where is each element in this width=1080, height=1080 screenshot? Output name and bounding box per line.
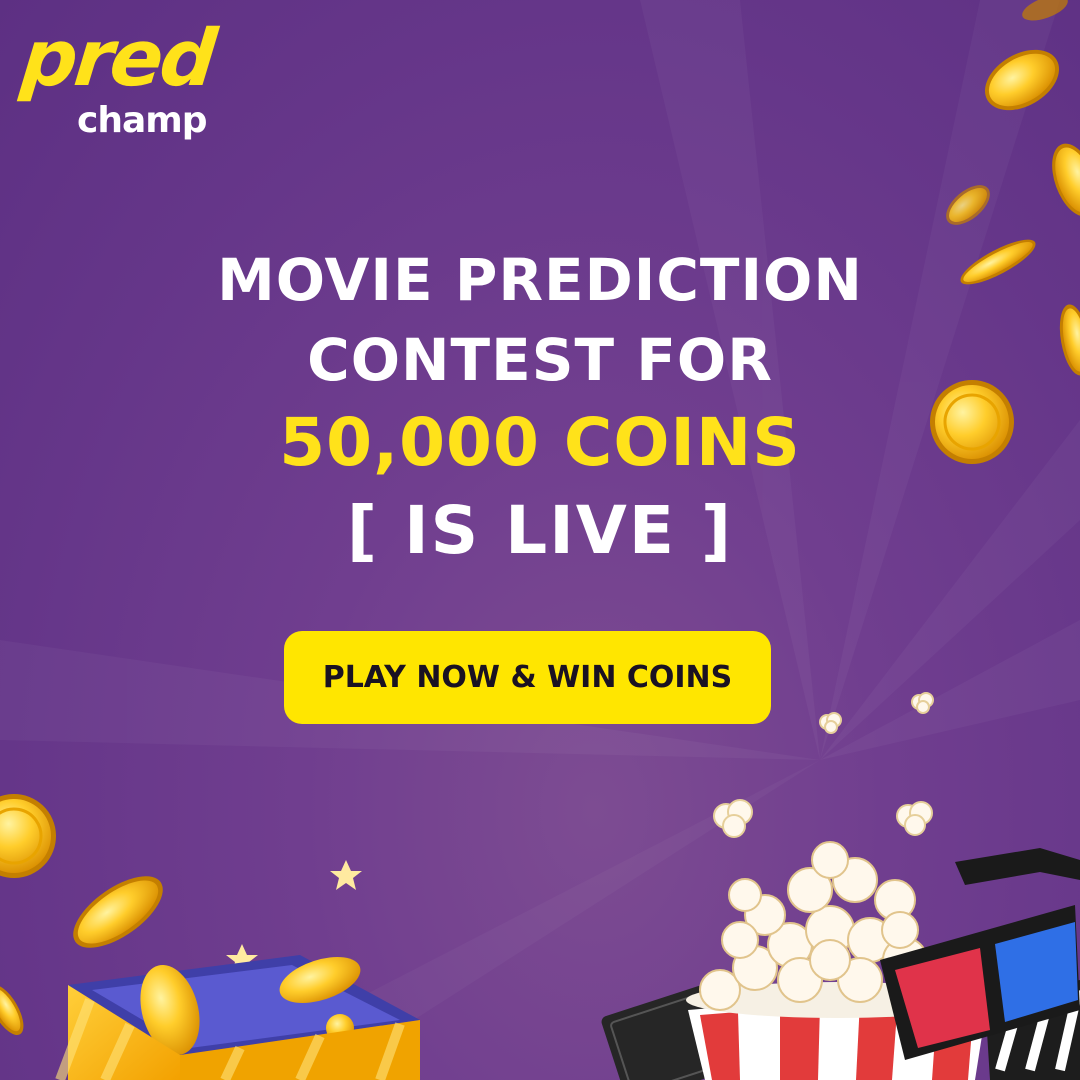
headline-prize: 50,000 COINS	[279, 404, 801, 481]
play-now-button[interactable]: PLAY NOW & WIN COINS	[284, 631, 771, 724]
headline-line-1: MOVIE PREDICTION	[217, 246, 863, 314]
logo-word-pred: pred	[17, 14, 218, 104]
promo-banner: pred champ MOVIE PREDICTION CONTEST FOR …	[0, 0, 1080, 1080]
headline-status: [ IS LIVE ]	[346, 492, 734, 569]
headline-line-2: CONTEST FOR	[307, 326, 773, 394]
logo-word-champ: champ	[77, 100, 208, 141]
predchamp-logo: pred champ	[17, 14, 232, 148]
